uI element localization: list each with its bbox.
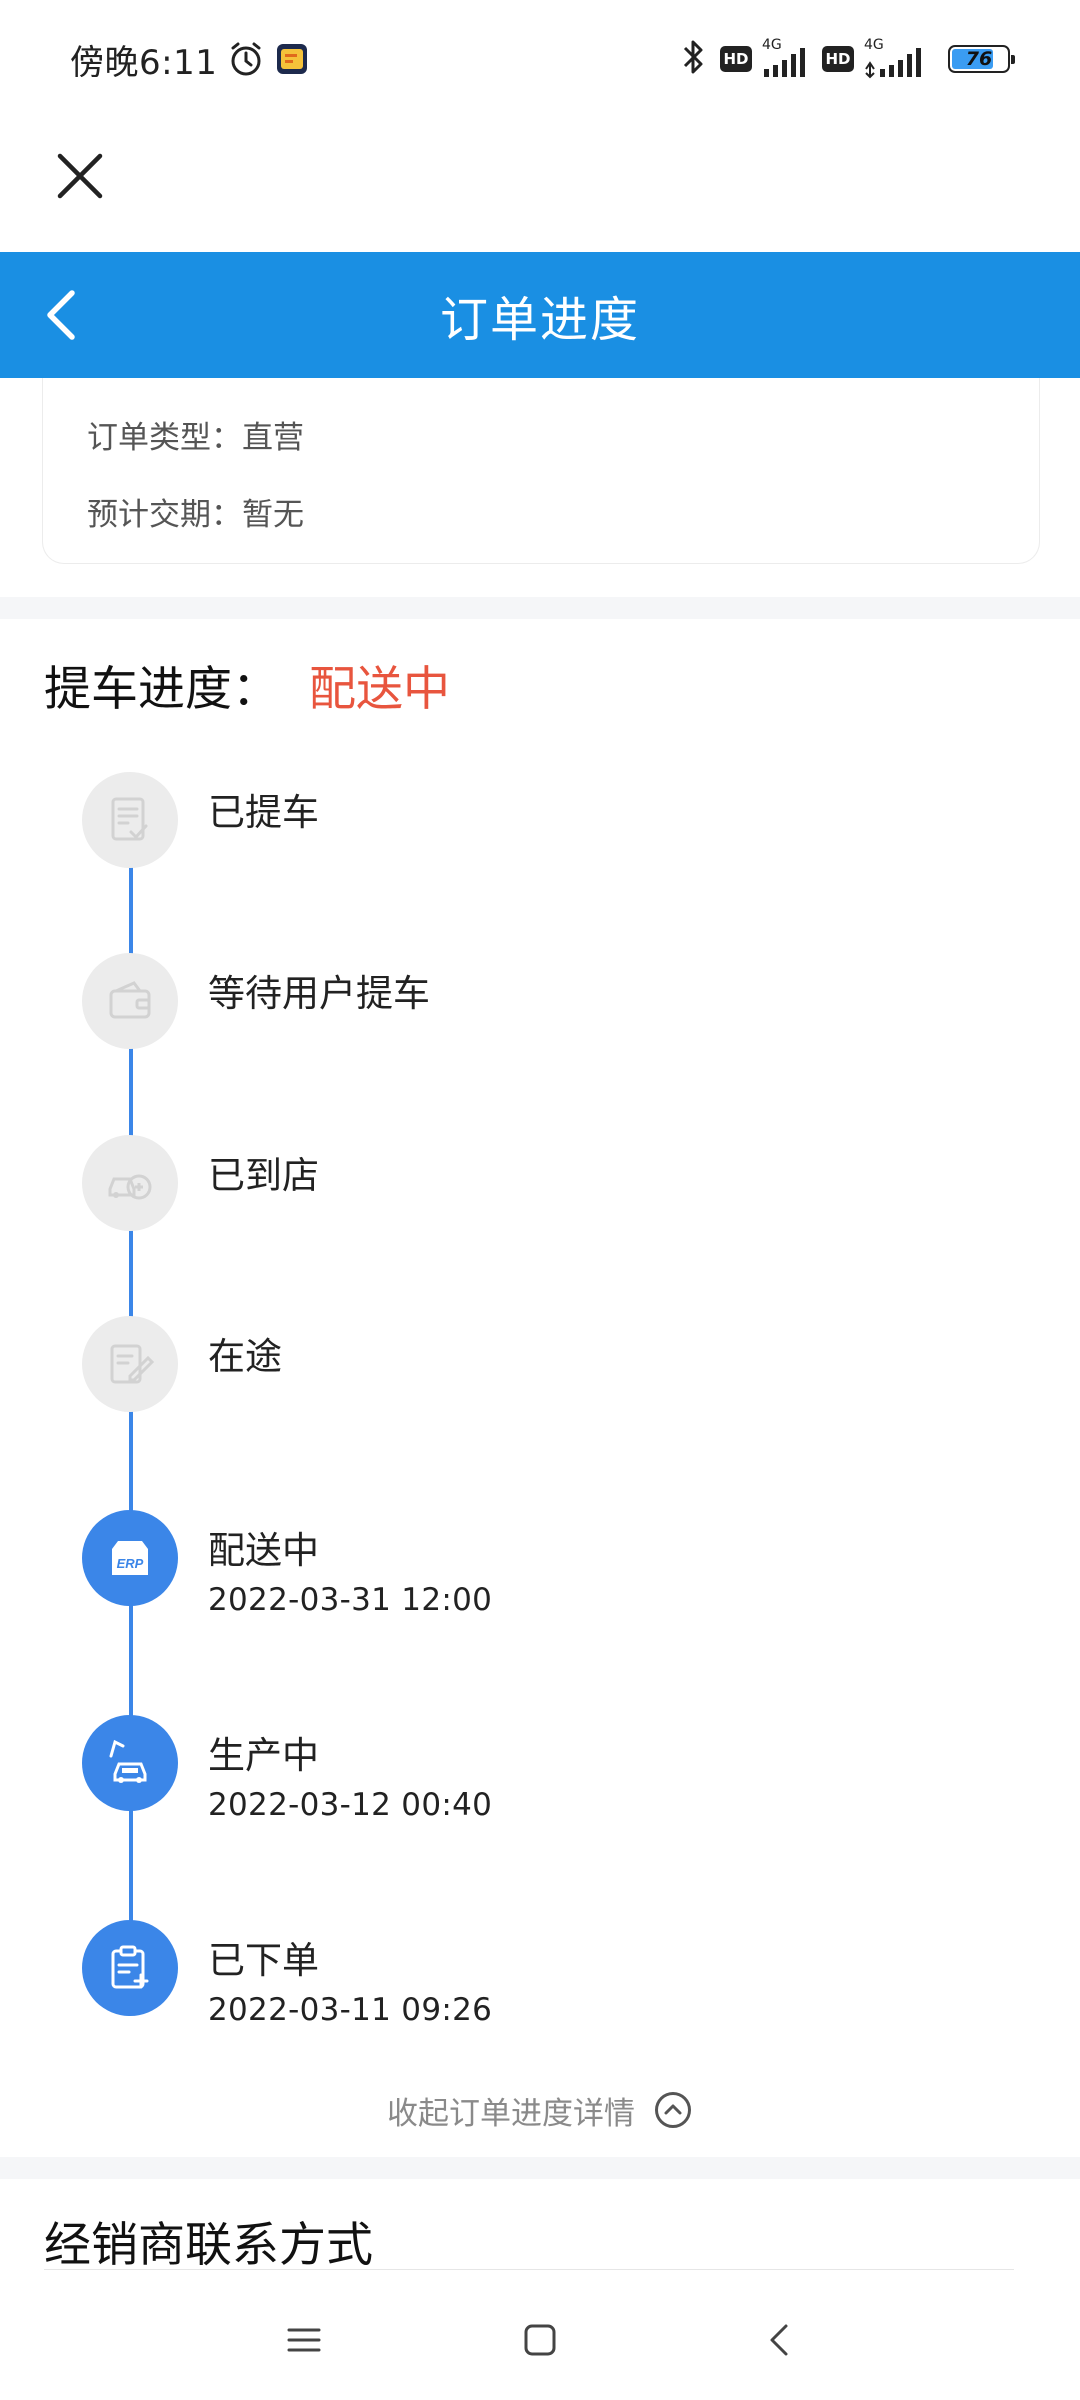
page-title: 订单进度: [439, 292, 640, 348]
step-title: 在途: [208, 1335, 282, 1378]
battery-indicator: 76: [948, 45, 1015, 73]
chevron-left-icon: [47, 290, 75, 340]
status-bar: 傍晚6:11 HD 4G HD 4G 76: [0, 0, 1080, 118]
webview-close-row: [0, 118, 1080, 252]
step-icon-wrapper: [82, 1135, 178, 1231]
step-title: 等待用户提车: [208, 972, 430, 1015]
back-button[interactable]: [30, 283, 94, 347]
step-icon-wrapper: [82, 1715, 178, 1811]
network-type-2: 4G: [864, 37, 884, 53]
timeline-step-awaiting-pickup: 等待用户提车: [82, 953, 982, 1073]
timeline-step-delivering: ERP 配送中 2022-03-31 12:00: [82, 1510, 982, 1630]
timeline-step-producing: 生产中 2022-03-12 00:40: [82, 1715, 982, 1835]
clipboard-add-icon: [111, 1945, 149, 1989]
step-time: 2022-03-11 09:26: [208, 1992, 493, 2028]
progress-current-status: 配送中: [309, 662, 450, 717]
status-left: 傍晚6:11: [70, 35, 309, 84]
app-notification-icon: [275, 42, 309, 76]
section-divider: [0, 2157, 1080, 2179]
nav-menu-button[interactable]: [274, 2310, 334, 2370]
network-type-1: 4G: [762, 37, 782, 53]
step-time: 2022-03-31 12:00: [208, 1582, 493, 1618]
menu-icon: [287, 2328, 321, 2352]
wallet-icon: [109, 981, 151, 1019]
order-info-card: 订单类型：直营 预计交期：暂无: [42, 378, 1040, 564]
edit-document-icon: [110, 1344, 155, 1384]
nav-back-button[interactable]: [750, 2310, 810, 2370]
app-header: 订单进度: [0, 252, 1080, 378]
battery-level: 76: [965, 48, 993, 70]
step-icon-wrapper: [82, 772, 178, 868]
close-icon: [57, 153, 103, 199]
step-icon-wrapper: [82, 953, 178, 1049]
step-icon-wrapper: [82, 1316, 178, 1412]
dealer-contact-heading: 经销商联系方式: [44, 2218, 373, 2273]
close-button[interactable]: [50, 146, 110, 206]
section-divider: [0, 597, 1080, 619]
collapse-progress-label: 收起订单进度详情: [387, 2095, 635, 2132]
chevron-up-circle-icon: [653, 2090, 693, 2130]
cellular-signal-2: 4G: [864, 37, 930, 79]
step-title: 已到店: [208, 1154, 319, 1197]
step-time: 2022-03-12 00:40: [208, 1787, 493, 1823]
step-icon-wrapper: ERP: [82, 1510, 178, 1606]
status-time: 傍晚6:11: [70, 42, 218, 83]
status-right: HD 4G HD 4G 76: [676, 37, 1015, 81]
timeline-step-ordered: 已下单 2022-03-11 09:26: [82, 1920, 982, 2040]
home-square-icon: [524, 2324, 556, 2356]
timeline-step-picked-up: 已提车: [82, 772, 982, 892]
car-crane-icon: [109, 1739, 147, 1783]
car-store-icon: [108, 1174, 152, 1200]
order-type-row: 订单类型：直营: [87, 420, 304, 456]
alarm-clock-icon: [227, 40, 265, 78]
document-check-icon: [111, 797, 148, 841]
step-title: 已提车: [208, 791, 319, 834]
timeline-step-in-transit: 在途: [82, 1316, 982, 1436]
hd-badge-1: HD: [720, 46, 752, 72]
progress-heading: 提车进度： 配送中: [44, 650, 450, 719]
step-icon-wrapper: [82, 1920, 178, 2016]
progress-label: 提车进度：: [44, 662, 279, 717]
delivery-date-row: 预计交期：暂无: [87, 497, 304, 533]
svg-text:ERP: ERP: [117, 1556, 144, 1571]
bluetooth-icon: [676, 37, 710, 81]
step-title: 配送中: [208, 1529, 319, 1572]
timeline-step-arrived-store: 已到店: [82, 1135, 982, 1255]
erp-box-icon: ERP: [112, 1541, 148, 1575]
step-title: 生产中: [208, 1734, 319, 1777]
chevron-left-icon: [770, 2324, 788, 2356]
step-title: 已下单: [208, 1939, 319, 1982]
system-navigation-bar: [0, 2270, 1080, 2400]
collapse-progress-button[interactable]: 收起订单进度详情: [0, 2080, 1080, 2140]
order-progress-page: 傍晚6:11 HD 4G HD 4G 76 订单进度 订单类型：直营 预计交期：…: [0, 0, 1080, 2400]
hd-badge-2: HD: [822, 46, 854, 72]
cellular-signal-1: 4G: [762, 37, 812, 79]
nav-home-button[interactable]: [510, 2310, 570, 2370]
battery-cap: [1011, 55, 1015, 64]
